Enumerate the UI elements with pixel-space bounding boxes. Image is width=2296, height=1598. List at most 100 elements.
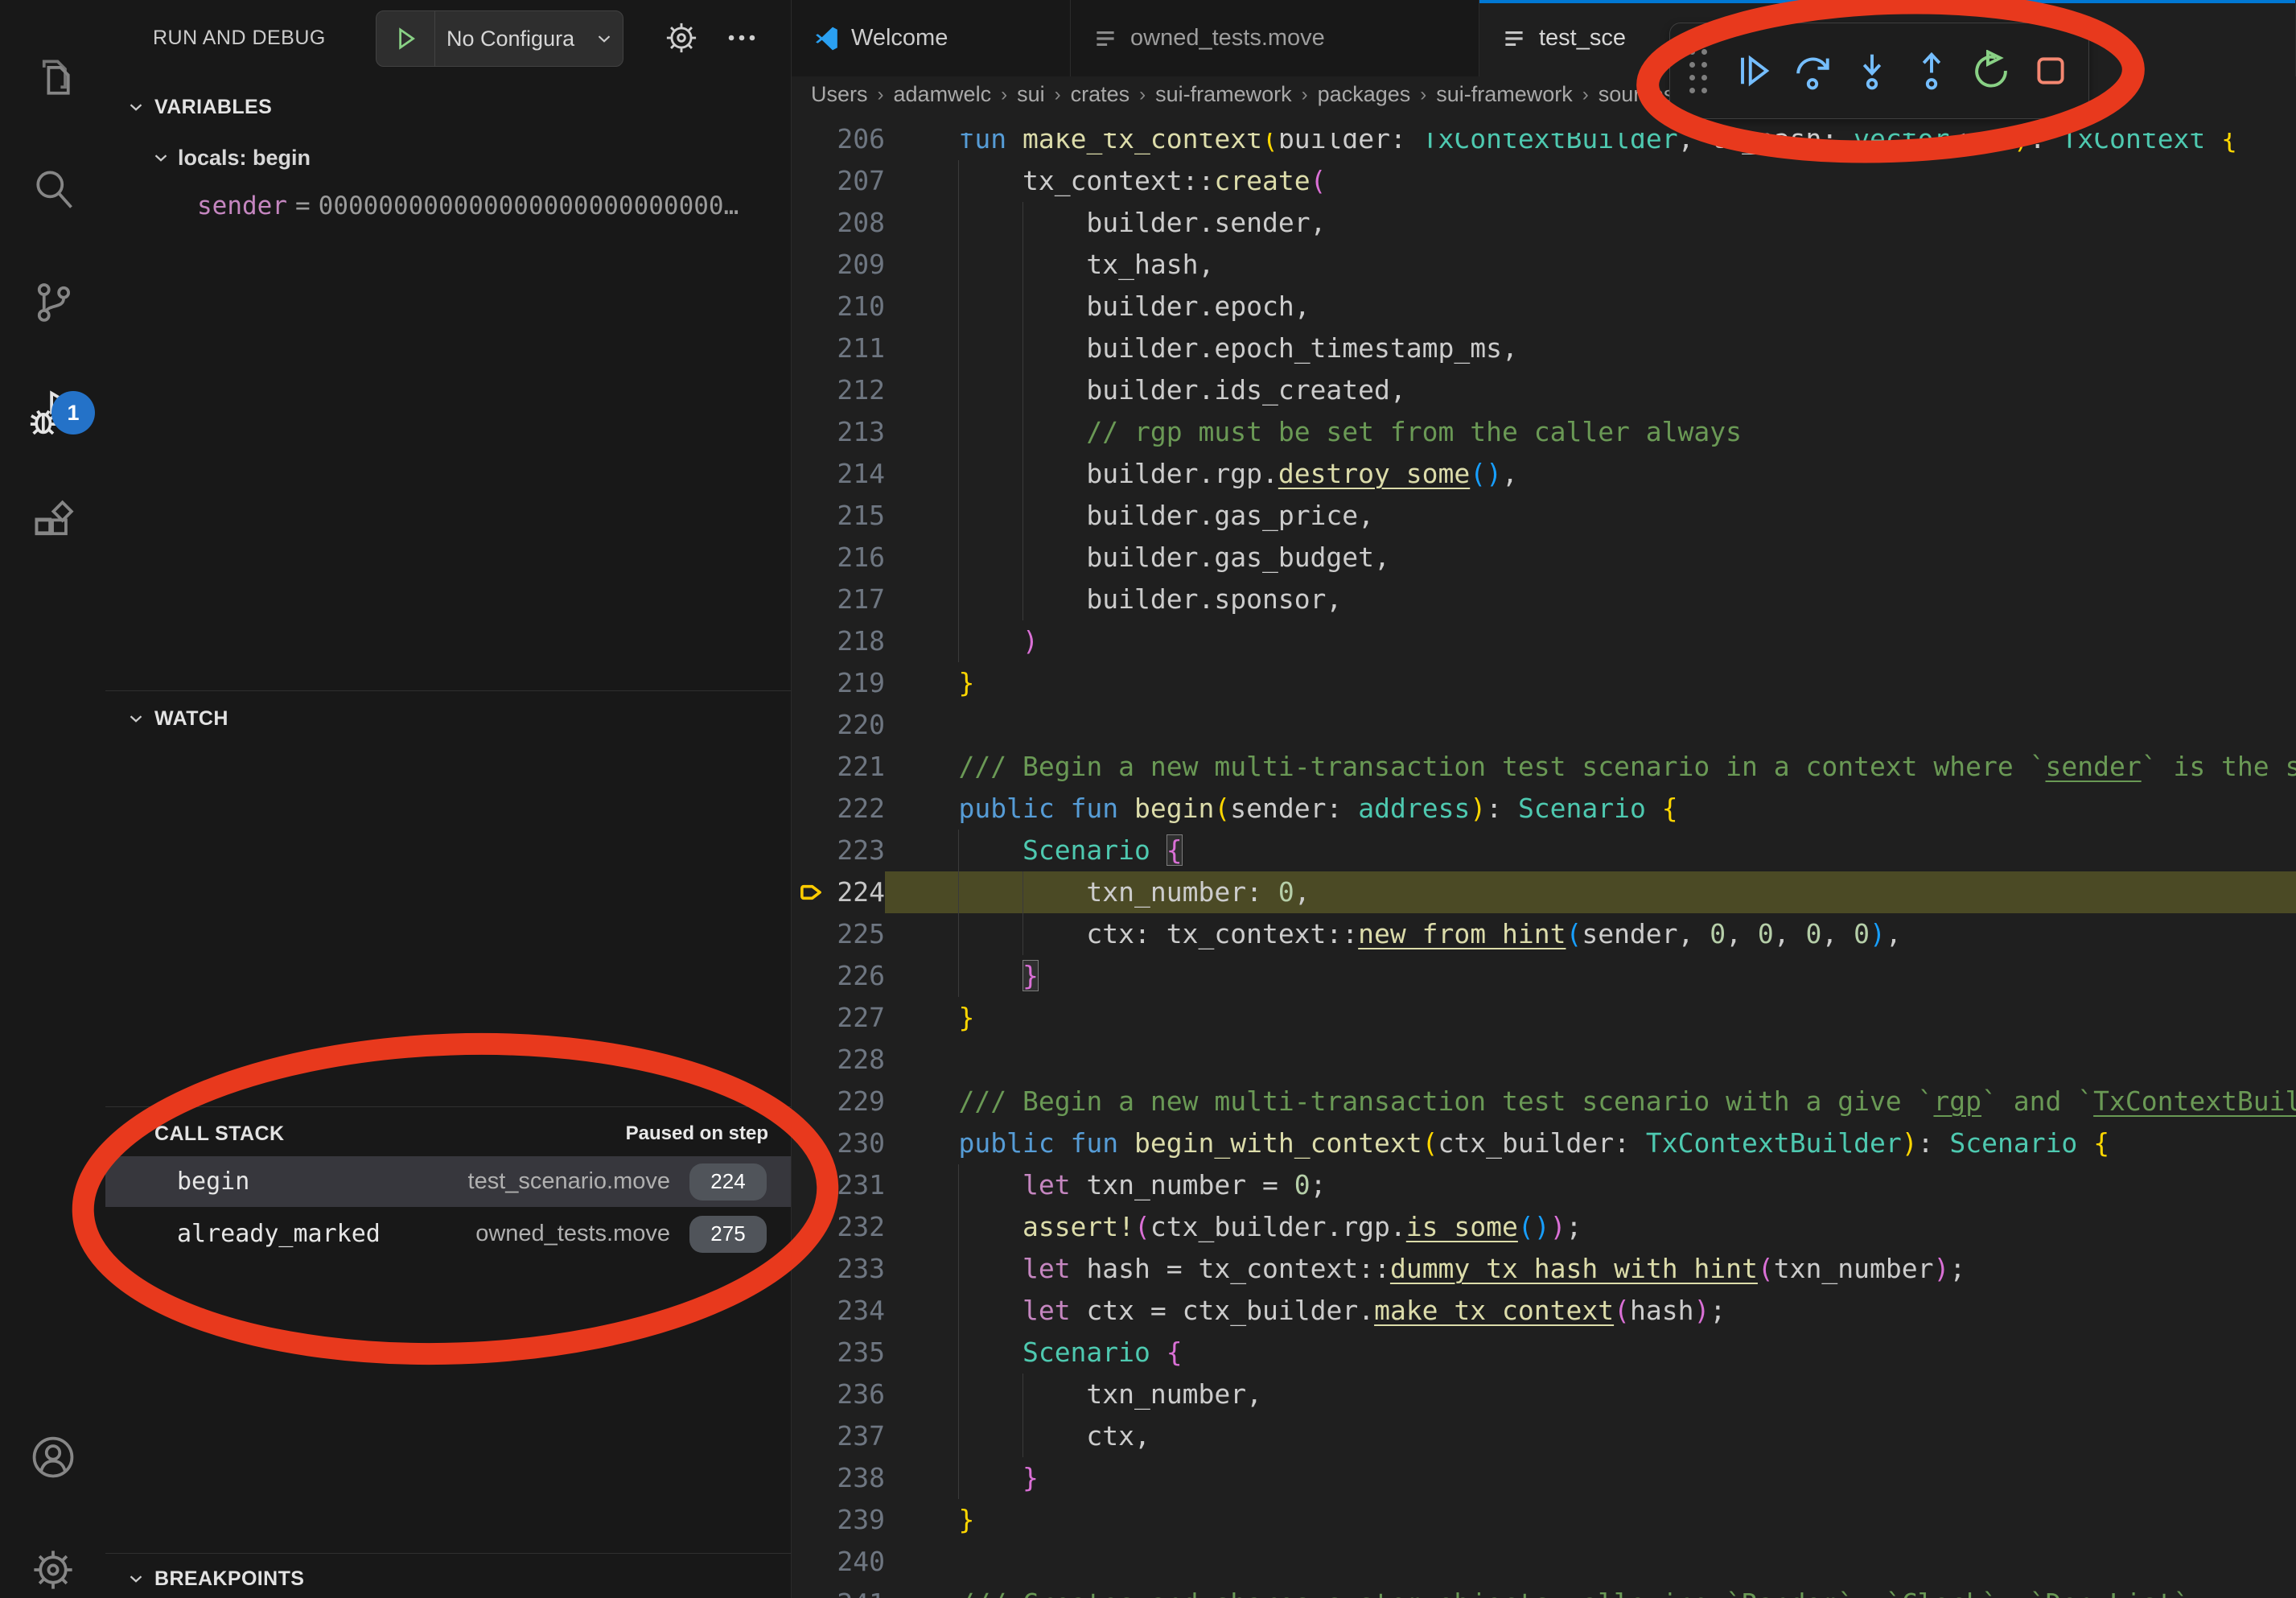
views-more-actions-button[interactable] (723, 19, 765, 56)
code-line-238: 238 } (792, 1457, 2296, 1499)
stop-button[interactable] (2021, 35, 2080, 106)
breakpoint-gutter[interactable] (792, 788, 833, 830)
ellipsis-icon (723, 19, 760, 56)
variables-scope-row[interactable]: locals: begin (105, 135, 791, 180)
breakpoint-gutter[interactable] (792, 662, 833, 704)
breadcrumb-item[interactable]: sources (1599, 82, 1675, 107)
breakpoint-gutter[interactable] (792, 1415, 833, 1457)
stack-frame-already_marked[interactable]: already_marked owned_tests.move 275 (105, 1209, 791, 1259)
activity-item-accounts[interactable] (0, 1413, 105, 1501)
code-editor[interactable]: 206 fun make_tx_context(builder: TxConte… (792, 113, 2296, 1598)
variable-name: sender (197, 192, 287, 220)
stack-frame-begin[interactable]: begin test_scenario.move 224 (105, 1156, 791, 1207)
breakpoint-gutter[interactable] (792, 1248, 833, 1290)
continue-icon (1732, 50, 1774, 92)
breakpoint-gutter[interactable] (792, 1122, 833, 1164)
breakpoint-gutter[interactable] (792, 704, 833, 746)
breakpoint-gutter[interactable] (792, 620, 833, 662)
breakpoint-gutter[interactable] (792, 830, 833, 871)
line-number: 214 (833, 453, 885, 495)
breakpoint-gutter[interactable] (792, 160, 833, 202)
breakpoints-section-header[interactable]: BREAKPOINTS (105, 1559, 791, 1598)
breakpoint-gutter[interactable] (792, 1583, 833, 1598)
breakpoint-gutter[interactable] (792, 453, 833, 495)
line-number: 227 (833, 997, 885, 1039)
line-number: 234 (833, 1290, 885, 1332)
frame-function: already_marked (177, 1220, 381, 1248)
breakpoint-gutter[interactable] (792, 913, 833, 955)
tab-welcome[interactable]: Welcome (792, 0, 1071, 76)
variable-value: 000000000000000000000000000… (319, 192, 739, 220)
breakpoint-gutter[interactable] (792, 1499, 833, 1541)
restart-button[interactable] (1961, 35, 2021, 106)
line-number: 218 (833, 620, 885, 662)
breakpoint-gutter[interactable] (792, 537, 833, 579)
start-debugging-button[interactable] (376, 11, 435, 66)
line-text: /// Creates and shares system objects, a… (885, 1583, 2189, 1598)
line-text: /// Begin a new multi-transaction test s… (885, 1081, 2296, 1122)
tab-owned-tests-move[interactable]: owned_tests.move (1071, 0, 1479, 76)
breadcrumb-item[interactable]: packages (1318, 82, 1411, 107)
debug-configuration-picker[interactable]: No Configura (376, 10, 623, 67)
breakpoint-gutter[interactable] (792, 1081, 833, 1122)
breakpoint-gutter[interactable] (792, 746, 833, 788)
variables-section-header[interactable]: VARIABLES (105, 87, 791, 127)
step-into-button[interactable] (1842, 35, 1902, 106)
breakpoint-gutter[interactable] (792, 1457, 833, 1499)
watch-section-header[interactable]: WATCH (105, 697, 791, 740)
line-number: 207 (833, 160, 885, 202)
line-text: let hash = tx_context::dummy_tx_hash_wit… (885, 1248, 1965, 1290)
step-out-button[interactable] (1902, 35, 1961, 106)
code-line-219: 219 } (792, 662, 2296, 704)
chevron-down-icon (125, 708, 150, 729)
activity-item-settings[interactable] (0, 1526, 105, 1598)
breadcrumb-item[interactable]: crates (1071, 82, 1130, 107)
activity-item-source-control[interactable] (0, 257, 105, 346)
breakpoint-gutter[interactable] (792, 1290, 833, 1332)
breadcrumb-item[interactable]: sui-framework (1436, 82, 1573, 107)
breakpoint-gutter[interactable] (792, 871, 833, 913)
line-text: // rgp must be set from the caller alway… (885, 411, 1742, 453)
activity-item-explorer[interactable] (0, 34, 105, 122)
breakpoint-gutter[interactable] (792, 1164, 833, 1206)
call-stack-section-header[interactable]: CALL STACK Paused on step (105, 1113, 791, 1155)
line-number: 225 (833, 913, 885, 955)
continue-button[interactable] (1723, 35, 1783, 106)
breakpoint-gutter[interactable] (792, 286, 833, 327)
breakpoint-gutter[interactable] (792, 1039, 833, 1081)
line-text: builder.rgp.destroy_some(), (885, 453, 1518, 495)
breakpoint-gutter[interactable] (792, 1541, 833, 1583)
code-line-208: 208 builder.sender, (792, 202, 2296, 244)
breakpoint-gutter[interactable] (792, 495, 833, 537)
breakpoint-gutter[interactable] (792, 411, 833, 453)
breakpoint-gutter[interactable] (792, 369, 833, 411)
breakpoint-gutter[interactable] (792, 955, 833, 997)
breadcrumb-item[interactable]: sui (1017, 82, 1045, 107)
breakpoint-gutter[interactable] (792, 202, 833, 244)
line-text: ) (885, 620, 1039, 662)
activity-item-search[interactable] (0, 145, 105, 233)
breadcrumb-item[interactable]: adamwelc (894, 82, 992, 107)
debug-settings-button[interactable] (663, 19, 700, 56)
breadcrumb-item[interactable]: sui-framework (1155, 82, 1292, 107)
breakpoint-gutter[interactable] (792, 1374, 833, 1415)
breakpoint-gutter[interactable] (792, 327, 833, 369)
chevron-down-icon (125, 1568, 150, 1589)
file-icon (1500, 25, 1528, 52)
code-line-218: 218 ) (792, 620, 2296, 662)
breakpoint-gutter[interactable] (792, 997, 833, 1039)
breakpoints-section-label: BREAKPOINTS (154, 1567, 304, 1591)
breakpoint-gutter[interactable] (792, 118, 833, 160)
breadcrumb-item[interactable]: Users (811, 82, 868, 107)
activity-item-run-and-debug[interactable]: 1 (0, 369, 105, 457)
step-over-button[interactable] (1783, 35, 1842, 106)
activity-item-extensions[interactable] (0, 480, 105, 568)
breakpoint-gutter[interactable] (792, 1332, 833, 1374)
variable-row[interactable]: sender = 000000000000000000000000000… (105, 183, 791, 229)
breakpoint-gutter[interactable] (792, 244, 833, 286)
toolbar-drag-handle[interactable] (1686, 45, 1710, 97)
breakpoint-gutter[interactable] (792, 579, 833, 620)
breakpoint-gutter[interactable] (792, 1206, 833, 1248)
code-line-229: 229 /// Begin a new multi-transaction te… (792, 1081, 2296, 1122)
line-text: builder.epoch, (885, 286, 1311, 327)
